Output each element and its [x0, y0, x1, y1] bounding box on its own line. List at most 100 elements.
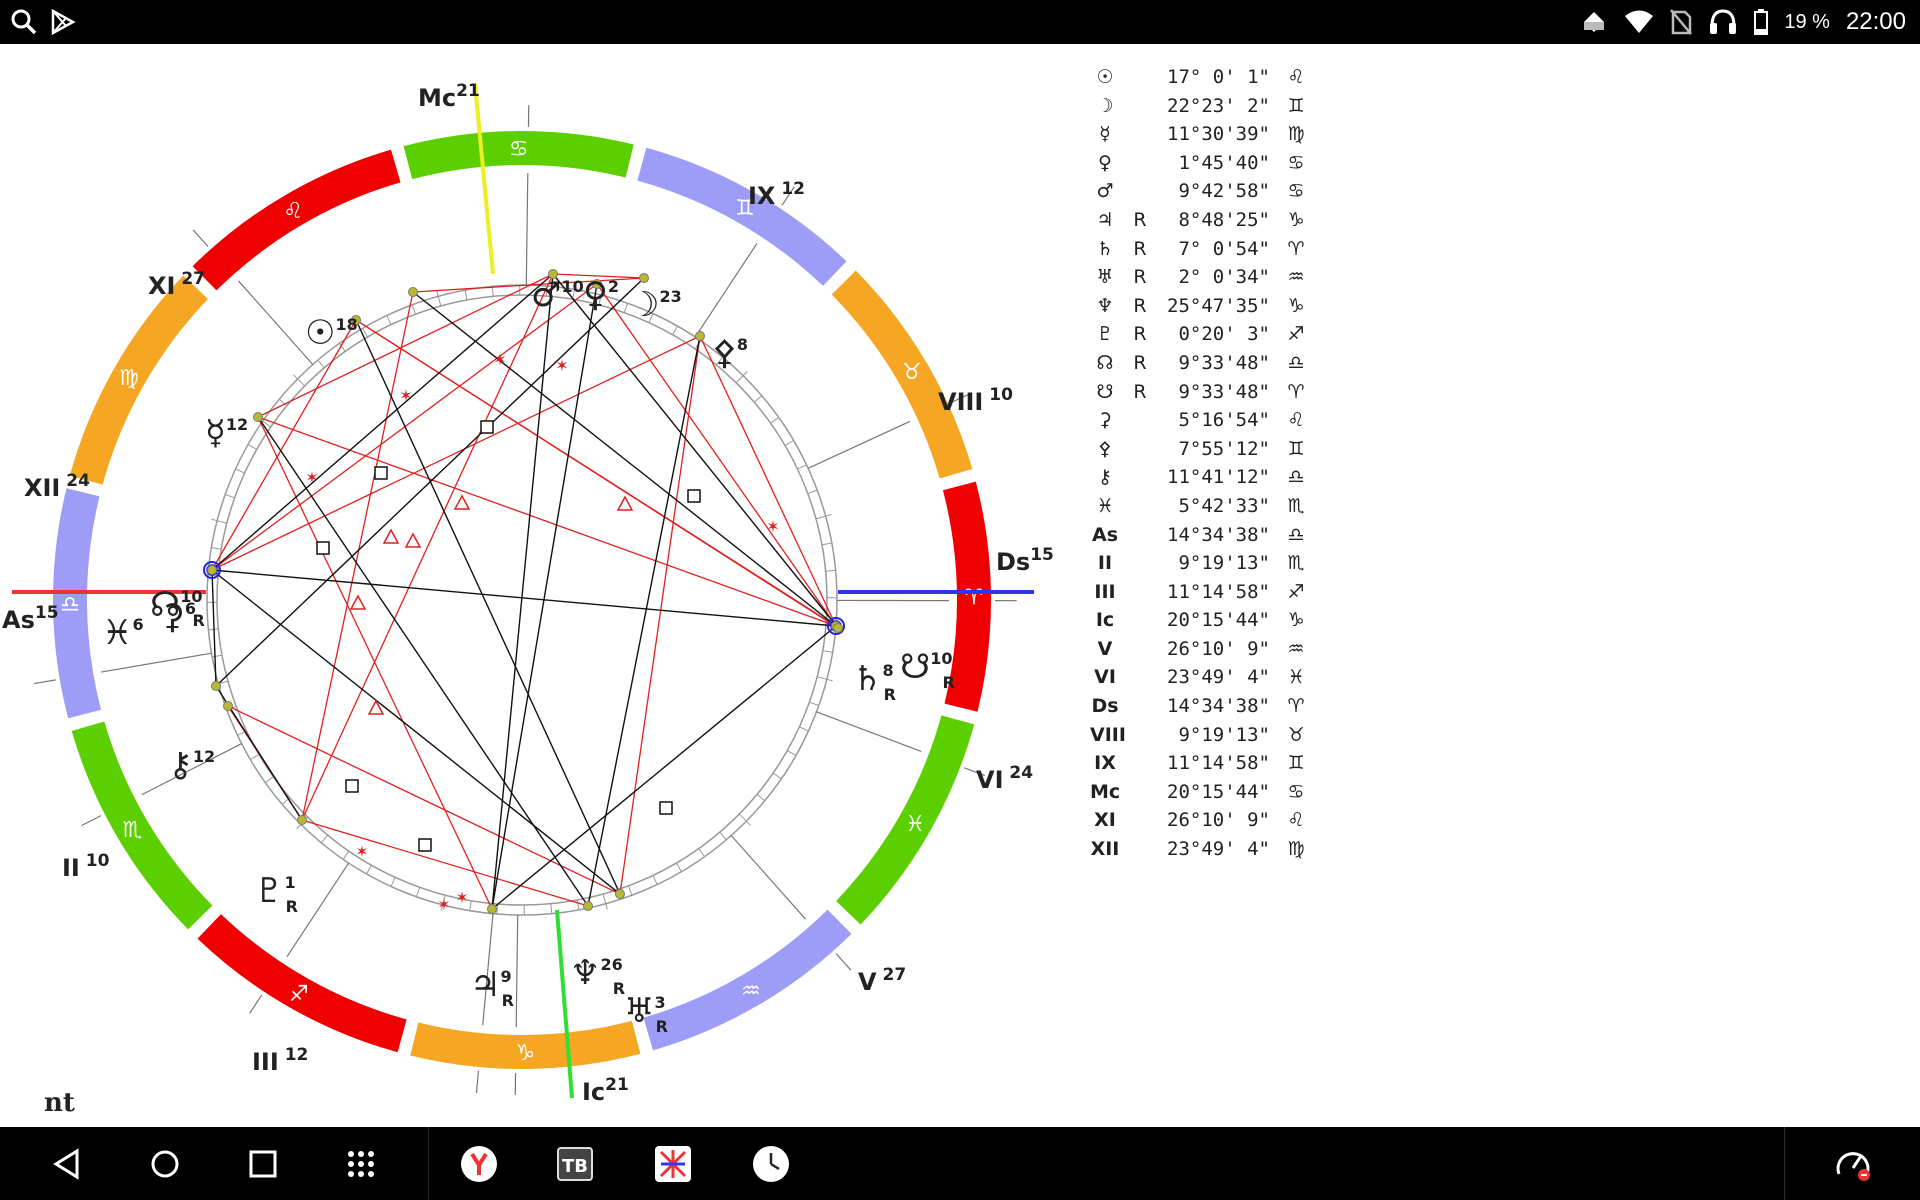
zodiac-sign-glyph: ♌ — [283, 199, 303, 224]
table-row: ☊ R 9°33'48" ♎ — [1090, 352, 1350, 381]
house-cusp-line — [525, 173, 529, 286]
aspect-line-black — [355, 319, 621, 895]
degree-tick — [342, 850, 350, 860]
table-cell-sign: ♎ — [1287, 351, 1305, 374]
table-cell-symbol: II — [1097, 552, 1113, 575]
table-cell-sign: ♑ — [1287, 609, 1305, 632]
zodiac-sign-glyph: ♎ — [60, 592, 80, 617]
zodiac-sign-glyph: ♉ — [902, 360, 922, 385]
headset-icon — [1708, 8, 1738, 36]
table-cell-sign: ♏ — [1287, 494, 1305, 517]
play-store-icon[interactable] — [50, 9, 76, 35]
table-cell-degree: 7°55'12" — [1178, 437, 1270, 460]
angle-label: As15 — [2, 603, 59, 634]
planet-position-dot — [833, 623, 843, 633]
table-cell-degree: 11°14'58" — [1167, 580, 1270, 603]
astro-chart[interactable]: ♈ ♉ ♊ ♋ ♌ ♍ ♎ ♏ ♐ ♑ ♒ ♓ XI 27 XII 24 II 10 III 12 V 27 VI… — [0, 44, 1060, 1127]
table-cell-sign: ♎ — [1287, 523, 1305, 546]
aspect-line-red — [257, 416, 493, 910]
table-row: ⚷ 11°41'12" ♎ — [1090, 466, 1350, 495]
degree-tick — [738, 813, 751, 826]
table-cell-sign: ♓ — [1287, 666, 1305, 689]
zodiac-sign-glyph: ♏ — [122, 818, 142, 843]
aspect-sextile-marker: ✶ — [399, 386, 412, 405]
degree-tick — [817, 676, 833, 682]
table-cell-symbol: XI — [1094, 809, 1116, 832]
aspect-line-black — [491, 273, 554, 910]
table-cell-symbol: ⚳ — [1098, 409, 1112, 432]
table-cell-degree: 1°45'40" — [1178, 151, 1270, 174]
table-cell-symbol: ♀ — [1098, 151, 1112, 174]
positions-table: ☉ 17° 0' 1" ♌ ☽ 22°23' 2" ♊ ☿ 11°30'39" ♍ ♀ 1°45'4… — [1090, 66, 1350, 867]
table-cell-symbol: VIII — [1090, 723, 1126, 746]
planet-position-dot — [207, 565, 217, 575]
table-cell-symbol: ♇ — [1096, 323, 1114, 346]
aspect-square-marker — [316, 541, 330, 555]
aspect-square-marker — [345, 779, 359, 793]
degree-tick — [415, 887, 421, 897]
astro-app-icon[interactable] — [638, 1127, 708, 1200]
recents-icon[interactable] — [228, 1127, 298, 1200]
aspect-line-red — [301, 819, 589, 907]
home-icon[interactable] — [130, 1127, 200, 1200]
planet-glyph-label: ♄8 R — [852, 659, 896, 704]
degree-tick — [784, 440, 794, 446]
planet-glyph-label: ♂10 — [531, 275, 584, 315]
table-cell-symbol: Mc — [1090, 780, 1121, 803]
house-cusp-line — [515, 914, 519, 1027]
tb-app-icon[interactable]: TB — [540, 1127, 610, 1200]
clock-time: 22:00 — [1845, 8, 1906, 35]
degree-tick — [320, 834, 329, 844]
aspect-square-marker — [374, 466, 388, 480]
status-bar: 19 % 22:00 — [0, 0, 1920, 44]
degree-tick — [550, 903, 553, 914]
table-cell-retro: R — [1133, 323, 1147, 346]
table-cell-degree: 7° 0'54" — [1178, 237, 1270, 260]
table-row: ♂ 9°42'58" ♋ — [1090, 180, 1350, 209]
angle-line — [473, 83, 495, 275]
planet-position-dot — [223, 701, 233, 711]
table-cell-sign: ♋ — [1287, 151, 1305, 174]
degree-tick — [317, 359, 325, 369]
table-cell-degree: 20°15'44" — [1167, 609, 1270, 632]
degree-tick — [627, 885, 633, 896]
table-row: ☽ 22°23' 2" ♊ — [1090, 95, 1350, 124]
table-row: VI 23°49' 4" ♓ — [1090, 666, 1350, 695]
degree-tick — [753, 395, 763, 403]
planet-position-dot — [615, 889, 625, 899]
degree-tick — [698, 848, 705, 857]
aspect-trine-marker — [367, 699, 385, 715]
app-drawer-icon[interactable] — [326, 1127, 396, 1200]
speedometer-icon[interactable] — [1818, 1127, 1888, 1200]
planet-position-dot — [297, 815, 307, 825]
zodiac-sign-glyph: ♈ — [964, 586, 984, 611]
search-icon[interactable] — [10, 8, 38, 36]
table-cell-sign: ♉ — [1287, 723, 1305, 746]
table-cell-sign: ♈ — [1287, 695, 1305, 718]
degree-tick — [799, 726, 809, 732]
clock-app-icon[interactable] — [736, 1127, 806, 1200]
table-cell-degree: 22°23' 2" — [1167, 94, 1270, 117]
back-icon[interactable] — [32, 1127, 102, 1200]
table-cell-symbol: ☉ — [1096, 66, 1114, 88]
table-cell-degree: 17° 0' 1" — [1167, 66, 1270, 88]
table-row: ⚳ 5°16'54" ♌ — [1090, 409, 1350, 438]
natal-chart-wheel[interactable]: ♈♉♊♋♌♍♎♏♐♑♒♓XI 27XII 24II 10III 12V 27VI… — [0, 44, 1060, 1127]
aspect-square-marker — [418, 838, 432, 852]
table-cell-symbol: ♓ — [1096, 494, 1114, 517]
yandex-app-icon[interactable] — [444, 1127, 514, 1200]
table-cell-symbol: ♄ — [1096, 237, 1114, 260]
wifi-icon — [1624, 9, 1654, 35]
table-cell-degree: 26°10' 9" — [1167, 809, 1270, 832]
aspect-line-red — [355, 319, 839, 629]
aspect-line-red — [301, 291, 414, 821]
table-row: ♃ R 8°48'25" ♑ — [1090, 209, 1350, 238]
house-cusp-line — [237, 280, 314, 365]
degree-tick — [821, 542, 832, 546]
table-cell-degree: 26°10' 9" — [1167, 637, 1270, 660]
degree-tick — [293, 374, 306, 387]
planet-position-dot — [639, 273, 649, 283]
table-cell-symbol: As — [1091, 523, 1118, 546]
table-cell-degree: 23°49' 4" — [1167, 666, 1270, 689]
degree-tick — [366, 865, 372, 875]
